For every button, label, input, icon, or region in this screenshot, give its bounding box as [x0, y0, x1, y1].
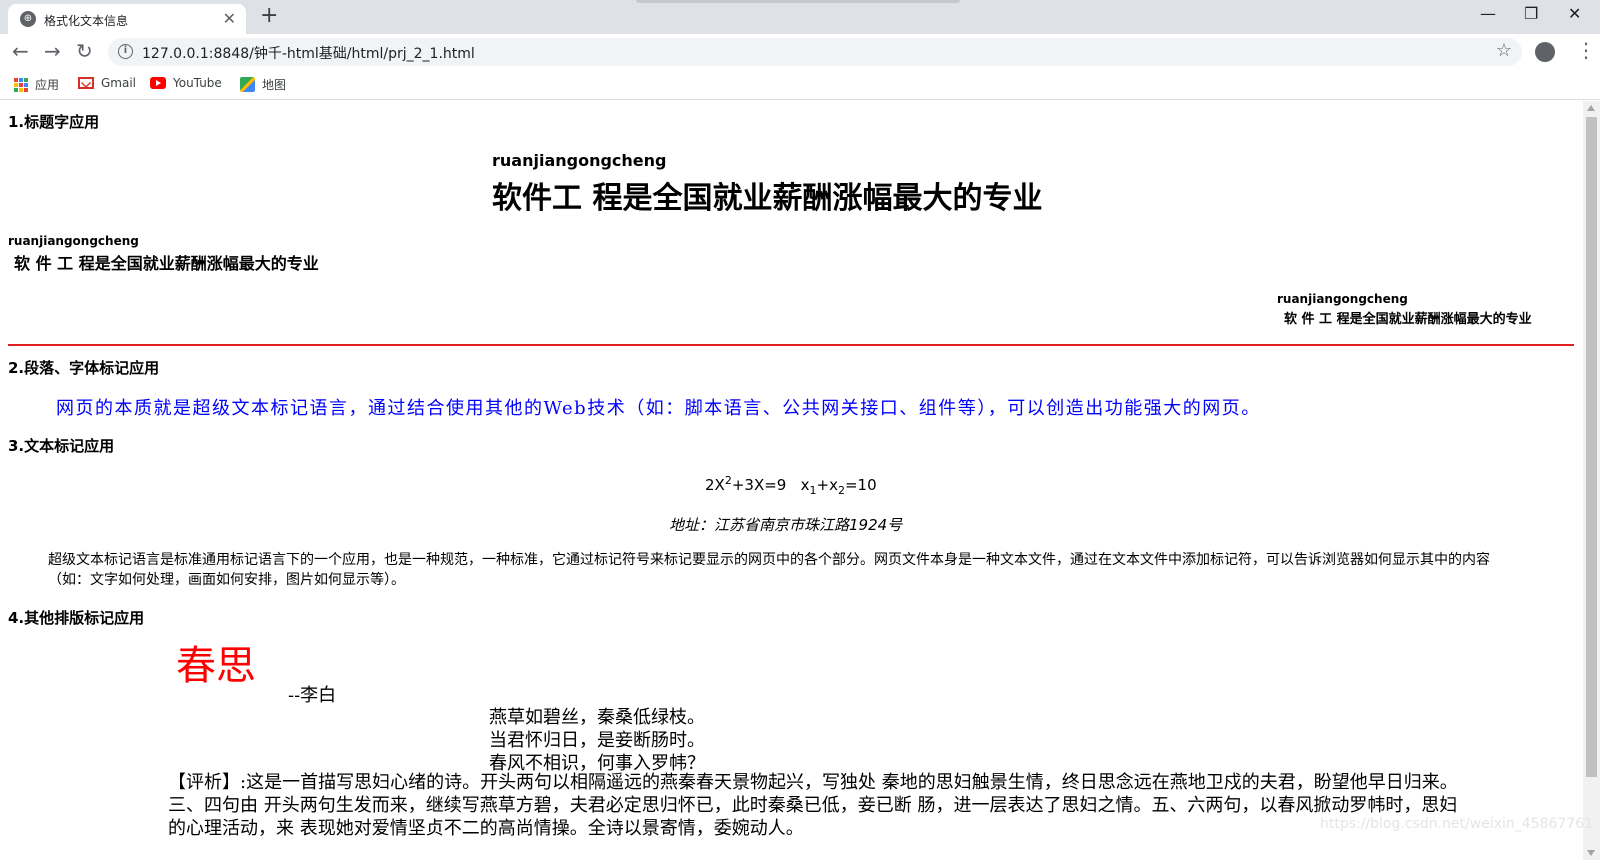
bookmark-star-icon[interactable]: ☆: [1496, 40, 1512, 61]
globe-icon: ⊕: [20, 11, 36, 27]
scrollbar-thumb[interactable]: [1586, 117, 1597, 777]
bookmark-maps[interactable]: 地图: [240, 76, 286, 93]
horizontal-rule: [8, 344, 1574, 346]
bookmark-label: Gmail: [101, 76, 137, 90]
apps-grid-icon: [14, 77, 28, 92]
formula-part: +3X=9: [731, 476, 787, 494]
vertical-scrollbar[interactable]: [1583, 101, 1600, 860]
close-window-icon[interactable]: ✕: [1568, 4, 1581, 23]
styled-paragraph: 网页的本质就是超级文本标记语言，通过结合使用其他的Web技术（如：脚本语言、公共…: [56, 398, 1261, 419]
formula-subscript: 1: [809, 484, 817, 497]
browser-tab[interactable]: ⊕ 格式化文本信息 ✕: [8, 4, 246, 34]
formula-part: +x: [816, 476, 838, 494]
maps-icon: [240, 77, 255, 92]
tab-strip: ⊕ 格式化文本信息 ✕ + — ❐ ✕: [0, 0, 1600, 34]
watermark-text: https://blog.csdn.net/weixin_45867761: [1320, 816, 1594, 832]
close-tab-icon[interactable]: ✕: [223, 9, 236, 28]
url-text[interactable]: 127.0.0.1:8848/钟千-html基础/html/prj_2_1.ht…: [142, 43, 475, 63]
body-paragraph: 超级文本标记语言是标准通用标记语言下的一个应用，也是一种规范，一种标准，它通过标…: [48, 552, 1490, 588]
math-formula: 2X2+3X=9 x1+x2=10: [705, 474, 877, 497]
bookmark-label: 应用: [35, 78, 60, 92]
bookmark-gmail[interactable]: Gmail: [78, 76, 136, 90]
bookmark-label: YouTube: [173, 76, 222, 90]
restore-icon[interactable]: ❐: [1524, 4, 1538, 23]
site-info-icon[interactable]: i: [118, 44, 133, 59]
poem-commentary: 【评析】:这是一首描写思妇心绪的诗。开头两句以相隔遥远的燕秦春天景物起兴，写独处…: [168, 772, 1458, 839]
heading-subtitle: ruanjiangongcheng: [492, 151, 667, 170]
browser-toolbar: ← → ↻ i 127.0.0.1:8848/钟千-html基础/html/pr…: [0, 34, 1600, 70]
section-title: 3.文本标记应用: [8, 437, 115, 455]
formula-subscript: 2: [837, 484, 845, 497]
more-menu-icon[interactable]: ⋮: [1576, 38, 1596, 62]
tab-title: 格式化文本信息: [44, 14, 129, 28]
formula-part: x: [800, 476, 810, 494]
scroll-down-arrow-icon[interactable]: [1587, 850, 1595, 856]
poem-title: 春思: [176, 643, 256, 689]
profile-avatar-icon[interactable]: [1535, 42, 1555, 62]
heading-subtitle: ruanjiangongcheng: [8, 234, 139, 248]
heading-subtitle: ruanjiangongcheng: [1277, 292, 1408, 306]
back-arrow-icon[interactable]: ←: [12, 39, 29, 63]
window-drag-handle[interactable]: [636, 0, 960, 3]
formula-part: =10: [844, 476, 877, 494]
formula-superscript: 2: [724, 474, 732, 487]
heading-main: 软 件 工 程是全国就业薪酬涨幅最大的专业: [14, 254, 319, 273]
bookmark-apps[interactable]: 应用: [14, 76, 59, 93]
address-bar[interactable]: i 127.0.0.1:8848/钟千-html基础/html/prj_2_1.…: [108, 38, 1522, 66]
heading-main: 软件工 程是全国就业薪酬涨幅最大的专业: [492, 181, 1043, 216]
minimize-icon[interactable]: —: [1480, 4, 1496, 23]
formula-part: 2X: [705, 476, 725, 494]
heading-main: 软 件 工 程是全国就业薪酬涨幅最大的专业: [1284, 312, 1532, 327]
new-tab-button[interactable]: +: [260, 3, 278, 28]
bookmark-youtube[interactable]: YouTube: [150, 76, 222, 90]
scroll-up-arrow-icon[interactable]: [1587, 105, 1595, 111]
bookmarks-bar: 应用 Gmail YouTube 地图: [0, 70, 1600, 100]
poem-author: --李白: [288, 685, 337, 706]
forward-arrow-icon[interactable]: →: [44, 39, 61, 63]
address-text: 地址：江苏省南京市珠江路1924号: [669, 516, 903, 534]
section-title: 4.其他排版标记应用: [8, 609, 145, 627]
section-title: 2.段落、字体标记应用: [8, 359, 160, 377]
gmail-icon: [78, 77, 94, 89]
section-title: 1.标题字应用: [8, 113, 100, 131]
youtube-icon: [150, 77, 166, 89]
page-viewport: 1.标题字应用 ruanjiangongcheng 软件工 程是全国就业薪酬涨幅…: [0, 101, 1600, 860]
reload-icon[interactable]: ↻: [76, 39, 93, 63]
bookmark-label: 地图: [262, 78, 287, 92]
